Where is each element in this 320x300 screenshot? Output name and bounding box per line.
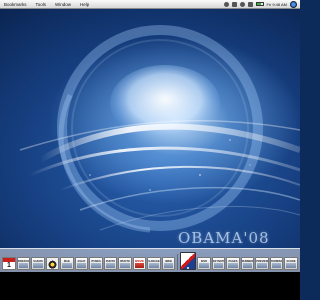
dock-item-thumb <box>199 263 209 268</box>
spotlight-icon[interactable] <box>290 0 297 8</box>
menu-clock[interactable]: Fri 9:48 AM <box>267 2 287 7</box>
dock-item-firefox[interactable]: FIREFOX <box>16 257 31 270</box>
menu-extras: Fri 9:48 AM <box>223 0 300 8</box>
dock-item-thumb <box>242 263 253 268</box>
dock-item-thumb <box>163 263 174 268</box>
dock-item-garage[interactable]: GARAGE <box>147 257 161 270</box>
dock-item-thumb <box>105 263 116 268</box>
dock-penguin-icon[interactable] <box>45 257 60 270</box>
dock-item-thumb <box>149 263 159 268</box>
dock-item-pages[interactable]: PAGES <box>226 257 240 270</box>
dock-item-imovie[interactable]: IMOVIE <box>132 257 147 270</box>
dock-active-app-icon[interactable] <box>180 252 197 270</box>
dock-item-photo[interactable]: PHOTO <box>103 257 118 270</box>
menu-window[interactable]: Window <box>55 2 71 7</box>
obama-watermark: OBAMA'08 <box>178 229 270 247</box>
running-indicator <box>187 267 190 269</box>
calendar-day: 1 <box>7 262 11 269</box>
menu-list: Bookmarks Tools Window Help <box>0 2 89 7</box>
sync-icon[interactable] <box>223 1 229 7</box>
dock-item-mail[interactable]: MAIL <box>60 257 74 270</box>
menu-bar: Bookmarks Tools Window Help Fri 9:48 AM <box>0 0 300 9</box>
dock-item-thumb <box>228 263 238 268</box>
dock-item-itunes[interactable]: ITUNES <box>89 257 103 270</box>
dock-item-numbers[interactable]: NUMBERS <box>240 257 255 270</box>
dock-item-thumb <box>134 263 145 268</box>
dock-item-thumb <box>62 263 72 268</box>
dock-item-thumb <box>213 263 224 268</box>
dock-item-xcode[interactable]: XCODE <box>284 257 298 270</box>
dock-item-thumb <box>33 263 43 268</box>
dock-item-thumb <box>18 263 29 268</box>
dock-item-thumb <box>76 263 87 268</box>
dock-item-idvd[interactable]: IDVD <box>197 257 211 270</box>
dock-item-thumb <box>91 263 101 268</box>
menu-tools[interactable]: Tools <box>36 2 47 7</box>
screen-bottom-border <box>0 272 300 300</box>
volume-icon[interactable] <box>247 1 253 7</box>
dock: 1 FIREFOX SAFARI MAIL ICHAT ITUNES PHOTO… <box>0 248 300 272</box>
dock-item-iphoto[interactable]: IPHOTO <box>118 257 132 270</box>
dock-item-thumb <box>271 263 282 268</box>
dock-item-thumb <box>286 263 296 268</box>
bluetooth-icon[interactable] <box>231 1 237 7</box>
battery-icon[interactable] <box>255 2 264 6</box>
dock-item-keynote[interactable]: KEYNOTE <box>211 257 226 270</box>
dock-item-terminal[interactable]: TERMINAL <box>269 257 284 270</box>
dock-item-preview[interactable]: PREVIEW <box>255 257 269 270</box>
dock-item-thumb <box>120 263 130 268</box>
dock-item-safari[interactable]: SAFARI <box>31 257 45 270</box>
menu-bookmarks[interactable]: Bookmarks <box>4 2 27 7</box>
dock-item-thumb <box>257 263 267 268</box>
dock-calendar[interactable]: 1 <box>2 257 16 270</box>
dock-item-ichat[interactable]: ICHAT <box>74 257 89 270</box>
dock-separator <box>177 254 179 270</box>
menu-help[interactable]: Help <box>80 2 89 7</box>
dock-item-iweb[interactable]: IWEB <box>161 257 176 270</box>
wifi-icon[interactable] <box>239 1 245 7</box>
